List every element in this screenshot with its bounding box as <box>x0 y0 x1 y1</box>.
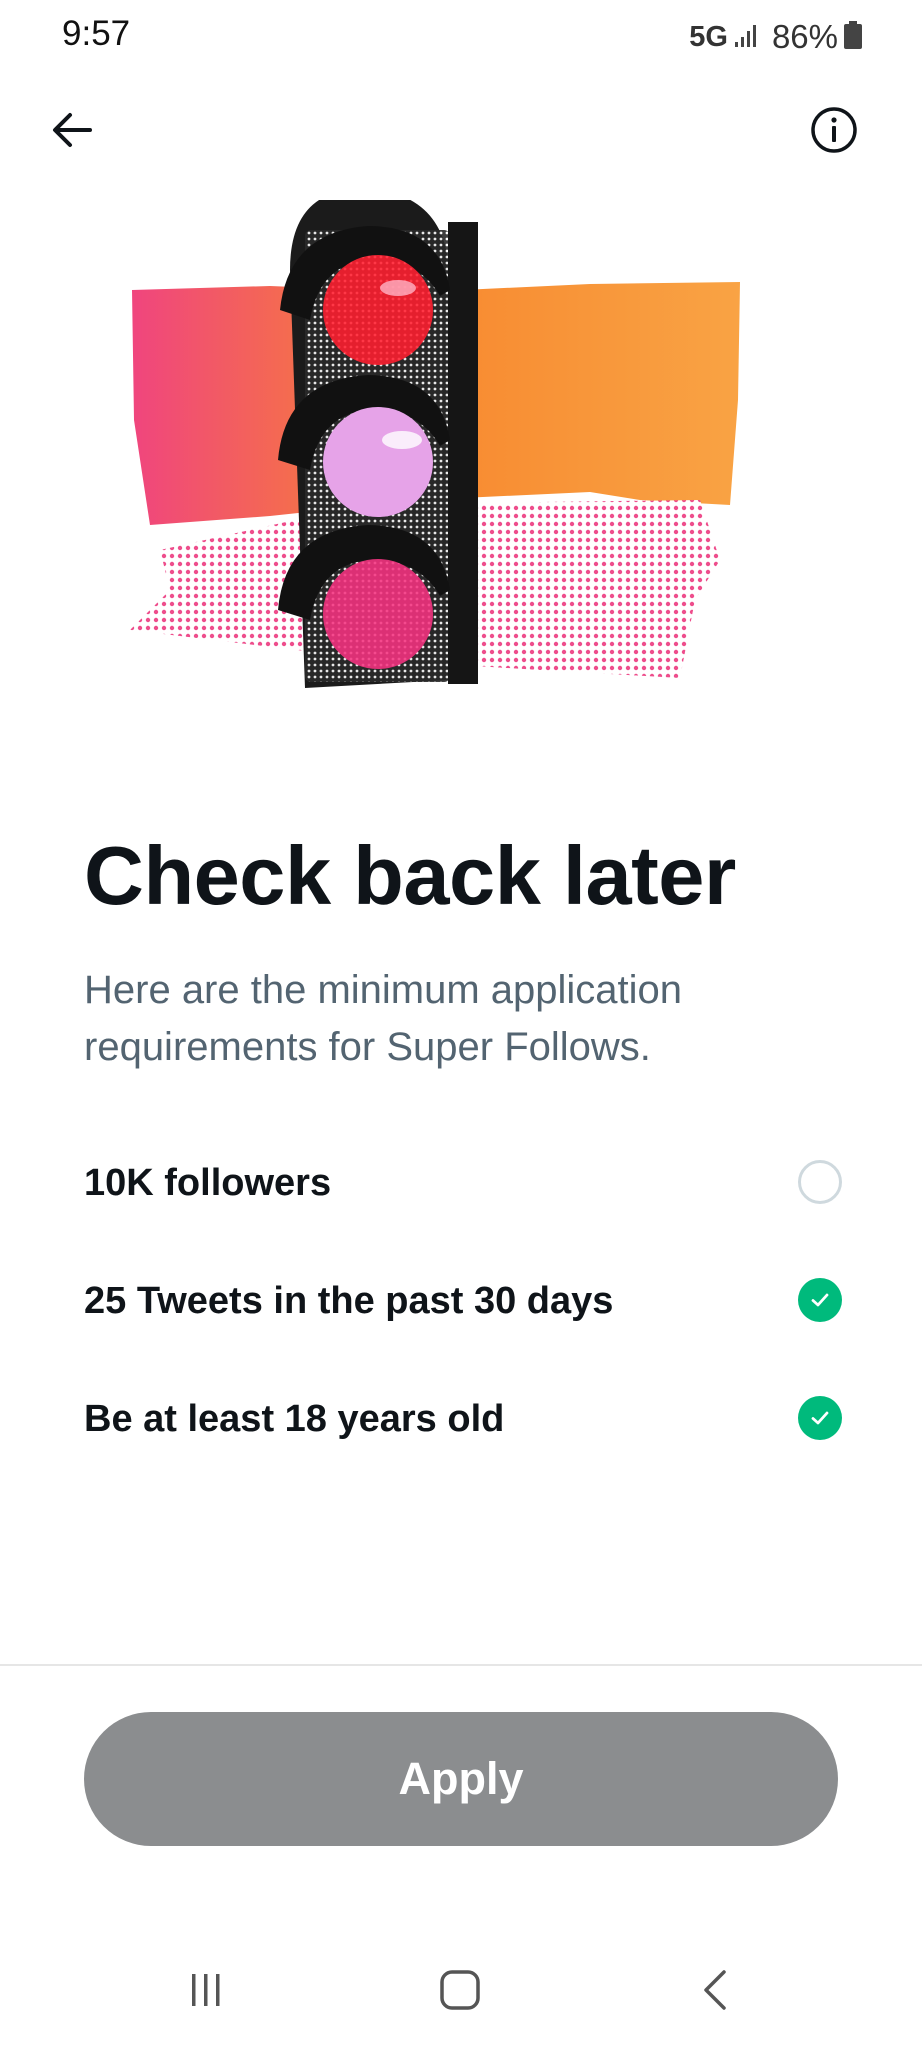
network-type: 5G <box>689 20 728 53</box>
check-circle-icon <box>798 1396 842 1440</box>
system-navigation-bar <box>0 1924 922 2048</box>
traffic-light-illustration <box>120 189 800 720</box>
home-icon <box>440 1970 480 2010</box>
page-subtitle: Here are the minimum application require… <box>84 968 683 1069</box>
requirements-list: 10K followers 25 Tweets in the past 30 d… <box>84 1140 842 1494</box>
list-item: 10K followers <box>84 1140 842 1258</box>
page-title: Check back later <box>84 829 736 922</box>
list-item: 25 Tweets in the past 30 days <box>84 1258 842 1376</box>
home-button[interactable] <box>430 1960 490 2020</box>
info-circle-icon <box>811 107 857 153</box>
back-button[interactable] <box>40 98 104 162</box>
info-button[interactable] <box>802 98 866 162</box>
apply-button[interactable]: Apply <box>84 1712 838 1846</box>
status-bar: 9:57 5G 86% <box>0 0 922 72</box>
battery-icon <box>844 20 862 54</box>
recent-apps-button[interactable] <box>176 1960 236 2020</box>
footer: Apply <box>0 1664 922 1926</box>
status-indicators: 5G 86% <box>689 18 862 56</box>
requirement-label: Be at least 18 years old <box>84 1398 505 1440</box>
status-time: 9:57 <box>62 14 131 53</box>
battery-percent: 86% <box>771 18 838 55</box>
list-item: Be at least 18 years old <box>84 1376 842 1494</box>
system-back-button[interactable] <box>686 1960 746 2020</box>
requirement-label: 25 Tweets in the past 30 days <box>84 1280 614 1322</box>
requirement-label: 10K followers <box>84 1162 332 1204</box>
back-chevron-icon <box>704 1970 726 2010</box>
signal-icon <box>734 22 760 53</box>
unchecked-circle-icon <box>798 1160 842 1204</box>
check-circle-icon <box>798 1278 842 1322</box>
recent-apps-icon <box>192 1974 220 2006</box>
arrow-left-icon <box>53 113 92 147</box>
top-bar <box>0 90 922 170</box>
